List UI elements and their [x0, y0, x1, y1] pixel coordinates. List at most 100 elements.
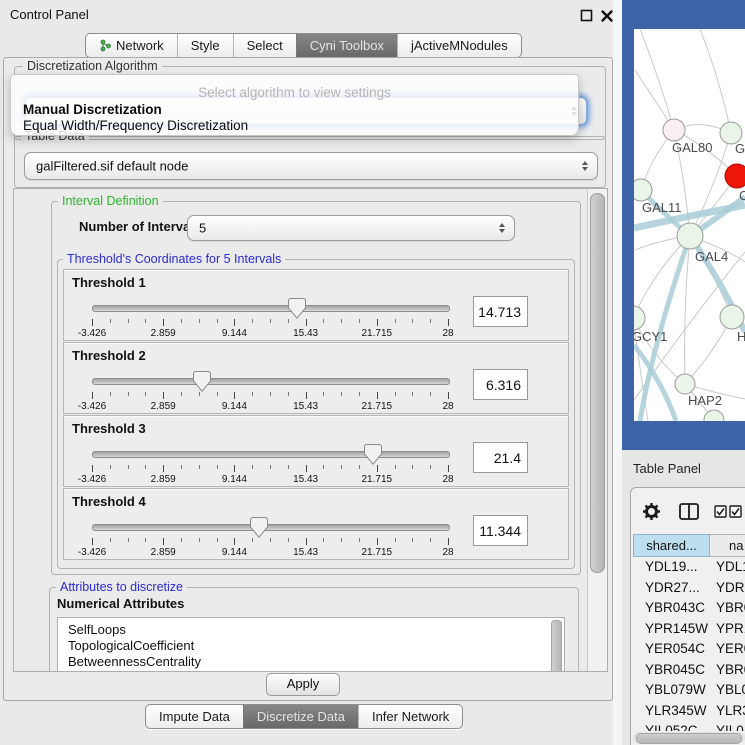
slider-tick [323, 465, 324, 469]
slider-tick [163, 319, 164, 326]
slider-tick [288, 538, 289, 542]
threshold-slider[interactable]: -3.4262.8599.14415.4321.71528 [64, 371, 458, 413]
slider-scale-label: 28 [442, 547, 453, 558]
node-gal11[interactable] [634, 179, 652, 201]
tab-network[interactable]: Network [86, 34, 177, 57]
number-of-intervals-combobox[interactable]: 5 [187, 215, 515, 241]
table-row[interactable]: YBR043CYBR0 [631, 599, 745, 620]
dropdown-option-equal-width[interactable]: Equal Width/Frequency Discretization [23, 118, 248, 133]
slider-track[interactable] [92, 451, 450, 458]
table-row[interactable]: YDR27...YDR2 [631, 579, 745, 600]
slider-track[interactable] [92, 524, 450, 531]
node-gcy1[interactable] [634, 306, 645, 330]
slider-tick [430, 392, 431, 396]
panel-scrollbar-thumb[interactable] [590, 193, 605, 573]
numerical-attributes-label: Numerical Attributes [57, 596, 184, 611]
slider-thumb[interactable] [364, 444, 382, 465]
number-of-intervals-label: Number of Intervals [79, 219, 201, 234]
tab-jactivemnodules[interactable]: jActiveMNodules [397, 34, 521, 57]
slider-tick [341, 465, 342, 469]
slider-tick [288, 319, 289, 323]
table-row[interactable]: YIL052CYIL0 [631, 722, 745, 731]
slider-scale-label: 9.144 [222, 328, 247, 339]
slider-tick [217, 465, 218, 469]
table-row[interactable]: YLR345WYLR3 [631, 702, 745, 723]
slider-tick [306, 465, 307, 472]
slider-track[interactable] [92, 305, 450, 312]
column-header-shared-name[interactable]: shared... [633, 534, 710, 557]
threshold-slider[interactable]: -3.4262.8599.14415.4321.71528 [64, 517, 458, 559]
slider-tick [128, 465, 129, 469]
list-item[interactable]: SelfLoops [68, 622, 126, 637]
slider-track[interactable] [92, 378, 450, 385]
tab-discretize-data[interactable]: Discretize Data [243, 705, 358, 728]
slider-tick [323, 392, 324, 396]
table-row[interactable]: YBR045CYBR0 [631, 661, 745, 682]
node-h[interactable] [720, 305, 744, 329]
table-row[interactable]: YER054CYER0 [631, 640, 745, 661]
threshold-value-field[interactable] [473, 515, 528, 546]
threshold-slider[interactable]: -3.4262.8599.14415.4321.71528 [64, 298, 458, 340]
tab-select[interactable]: Select [233, 34, 296, 57]
dropdown-option-manual[interactable]: Manual Discretization [23, 102, 162, 117]
algorithm-group-title: Discretization Algorithm [23, 59, 162, 73]
node-hap2[interactable] [675, 374, 695, 394]
table-row[interactable]: YDL19...YDL1 [631, 558, 745, 579]
node-selected-red[interactable] [725, 164, 745, 188]
slider-scale-label: 9.144 [222, 401, 247, 412]
tab-impute-data[interactable]: Impute Data [146, 705, 243, 728]
number-of-intervals-value: 5 [199, 221, 206, 236]
threshold-slider[interactable]: -3.4262.8599.14415.4321.71528 [64, 444, 458, 486]
column-checkbox-icon[interactable] [729, 505, 742, 518]
slider-scale-label: 21.715 [362, 547, 393, 558]
table-row[interactable]: YPR145WYPR1 [631, 620, 745, 641]
tab-infer-network[interactable]: Infer Network [358, 705, 462, 728]
slider-thumb[interactable] [193, 371, 211, 392]
tab-cyni-toolbox[interactable]: Cyni Toolbox [296, 34, 397, 57]
close-icon[interactable] [600, 9, 614, 23]
slider-tick [412, 319, 413, 323]
list-item[interactable]: TopologicalCoefficient [68, 638, 194, 653]
slider-scale-label: 21.715 [362, 401, 393, 412]
slider-tick [395, 392, 396, 396]
interval-definition-title: Interval Definition [58, 194, 163, 208]
threshold-label: Threshold 2 [72, 348, 146, 363]
node-label: GAL80 [672, 140, 712, 155]
panel-divider [613, 0, 622, 745]
split-columns-icon[interactable] [679, 503, 699, 520]
network-view-canvas[interactable]: GAL80 GA C GAL11 GAL4 GCY1 H HAP2 [634, 29, 745, 421]
slider-scale-label: 9.144 [222, 547, 247, 558]
numerical-attributes-list[interactable]: SelfLoops TopologicalCoefficient Between… [57, 617, 565, 672]
list-item[interactable]: BetweennessCentrality [68, 654, 201, 669]
apply-button[interactable]: Apply [266, 673, 340, 696]
slider-tick [110, 392, 111, 396]
threshold-1-panel: Threshold 1 -3.4262.8599.14415.4321.7152… [63, 269, 569, 341]
slider-tick [92, 538, 93, 545]
slider-thumb[interactable] [288, 298, 306, 319]
threshold-value-field[interactable] [473, 296, 528, 327]
threshold-value-field[interactable] [473, 369, 528, 400]
slider-tick [234, 465, 235, 472]
column-header-name[interactable]: na [710, 534, 745, 557]
slider-thumb[interactable] [250, 517, 268, 538]
tab-style[interactable]: Style [177, 34, 233, 57]
table-data-combobox[interactable]: galFiltered.sif default node [24, 152, 598, 180]
slider-tick [412, 392, 413, 396]
threshold-value-field[interactable] [473, 442, 528, 473]
node-gal4[interactable] [677, 223, 703, 249]
slider-tick [288, 392, 289, 396]
node-label: H [737, 329, 745, 344]
slider-tick [145, 538, 146, 542]
column-checkbox-icon[interactable] [714, 505, 727, 518]
float-window-icon[interactable] [580, 9, 593, 22]
slider-tick [145, 465, 146, 469]
slider-tick [395, 465, 396, 469]
settings-gear-icon[interactable] [642, 502, 661, 521]
table-hscrollbar-thumb[interactable] [636, 733, 742, 744]
slider-tick [288, 465, 289, 469]
table-row[interactable]: YBL079WYBL0 [631, 681, 745, 702]
node-gal80[interactable] [663, 119, 685, 141]
list-scrollbar-thumb[interactable] [551, 620, 562, 672]
slider-tick [199, 538, 200, 542]
slider-tick [181, 465, 182, 469]
